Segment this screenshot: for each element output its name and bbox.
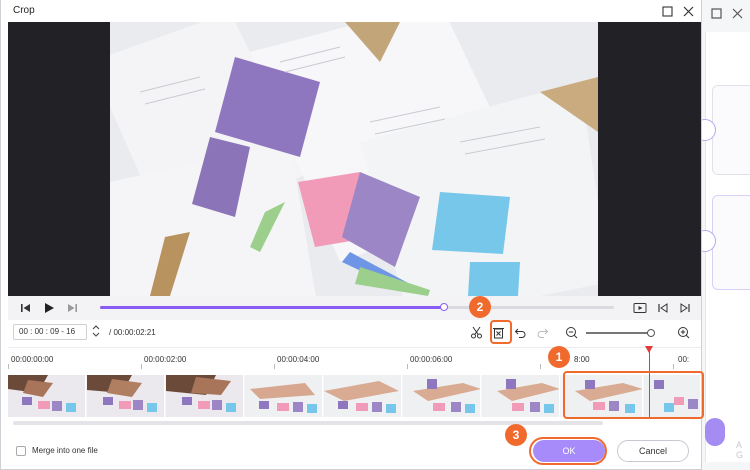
time-stepper[interactable] [91, 323, 101, 341]
background-card [712, 85, 750, 175]
zoom-slider[interactable] [586, 329, 655, 337]
ruler-tick [274, 364, 275, 369]
ruler-label: 00:00:06:00 [410, 355, 453, 364]
preview-icon[interactable] [632, 300, 648, 316]
dialog-title: Crop [13, 5, 35, 16]
skip-start-icon[interactable] [655, 300, 671, 316]
next-frame-icon[interactable] [64, 300, 80, 316]
play-icon[interactable] [41, 300, 57, 316]
ruler-label: 00:00:04:00 [277, 355, 320, 364]
clip-thumbnail [324, 375, 402, 417]
clip-thumbnail [482, 375, 560, 417]
ruler-tick [673, 364, 674, 369]
clip-thumbnail [403, 375, 481, 417]
timeline-ruler[interactable]: 00:00:00:00 00:00:02:00 00:00:04:00 00:0… [8, 347, 701, 369]
video-preview[interactable] [8, 22, 701, 296]
background-watermark: A G [736, 440, 744, 460]
clip-thumbnail [87, 375, 165, 417]
background-window-buttons [708, 6, 750, 22]
scissors-icon[interactable] [469, 325, 483, 339]
highlight-delete-segment [490, 320, 512, 344]
merge-label: Merge into one file [32, 446, 98, 455]
playback-progress[interactable] [100, 303, 614, 311]
background-card-selected [712, 195, 750, 290]
zoom-out-icon[interactable] [564, 325, 578, 339]
close-icon[interactable] [680, 3, 696, 19]
ruler-tick [141, 364, 142, 369]
video-frame-image [110, 22, 598, 296]
zoom-in-icon[interactable] [676, 325, 690, 339]
redo-icon[interactable] [535, 325, 549, 339]
ruler-tick [8, 364, 9, 369]
clip-thumbnail [245, 375, 323, 417]
ruler-label: 00:00:00:00 [11, 355, 54, 364]
playback-bar [8, 296, 701, 320]
previous-frame-icon[interactable] [18, 300, 34, 316]
progress-handle[interactable] [440, 303, 449, 311]
highlight-ok-button [529, 437, 607, 465]
step-badge-2: 2 [469, 296, 491, 318]
duration-label: / 00:00:02:21 [109, 328, 156, 337]
progress-fill [100, 306, 445, 309]
clip-thumbnail [8, 375, 86, 417]
cancel-button[interactable]: Cancel [617, 440, 689, 462]
ruler-tick [540, 364, 541, 369]
zoom-handle[interactable] [646, 329, 655, 337]
current-time-input[interactable]: 00 : 00 : 09 - 16 [13, 324, 87, 340]
maximize-icon[interactable] [659, 3, 675, 19]
step-badge-3: 3 [505, 424, 527, 446]
ruler-tick [407, 364, 408, 369]
ruler-label: 00:00:02:00 [144, 355, 187, 364]
step-badge-1: 1 [548, 346, 570, 368]
clip-thumbnail [166, 375, 244, 417]
title-bar: Crop [1, 0, 701, 22]
highlight-selected-clip [563, 371, 704, 419]
undo-icon[interactable] [513, 325, 527, 339]
video-frame [110, 22, 598, 296]
ruler-label: 00: [678, 355, 690, 364]
background-button [705, 418, 725, 446]
ruler-label: 8:00 [574, 355, 590, 364]
skip-end-icon[interactable] [677, 300, 693, 316]
merge-checkbox[interactable] [16, 446, 26, 456]
